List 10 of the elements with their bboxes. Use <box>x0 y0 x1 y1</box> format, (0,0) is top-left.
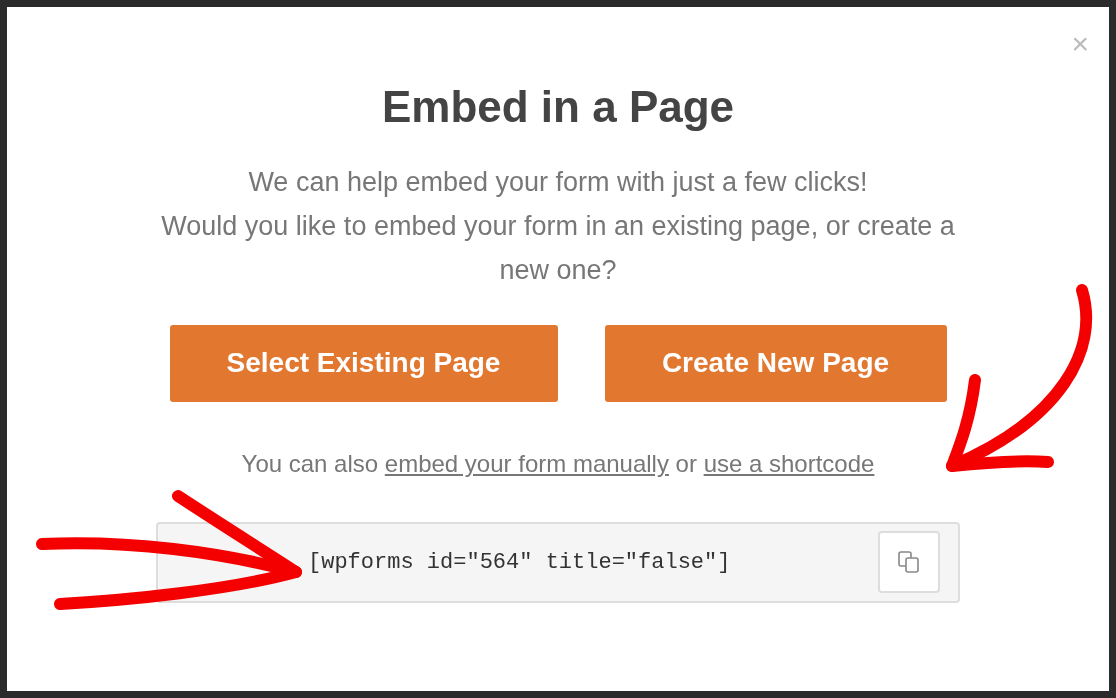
intro-text: Would you like to embed your form in an existing page, or create a new one? <box>160 209 956 287</box>
select-page-button[interactable]: Select Existing Page <box>169 324 558 402</box>
text-link[interactable]: use a shortcode <box>703 449 875 477</box>
create-page-button[interactable]: Create New Page <box>604 324 947 402</box>
text-link[interactable]: embed your form manually <box>384 449 669 477</box>
copy-icon <box>896 548 922 575</box>
intro-text: We can help embed your form with just a few clicks! <box>247 165 869 199</box>
modal-title: Embed in a Page <box>381 81 735 133</box>
alternative-text: You can also embed your form manually or use a shortcode <box>240 448 876 479</box>
copy-button[interactable] <box>878 530 940 593</box>
